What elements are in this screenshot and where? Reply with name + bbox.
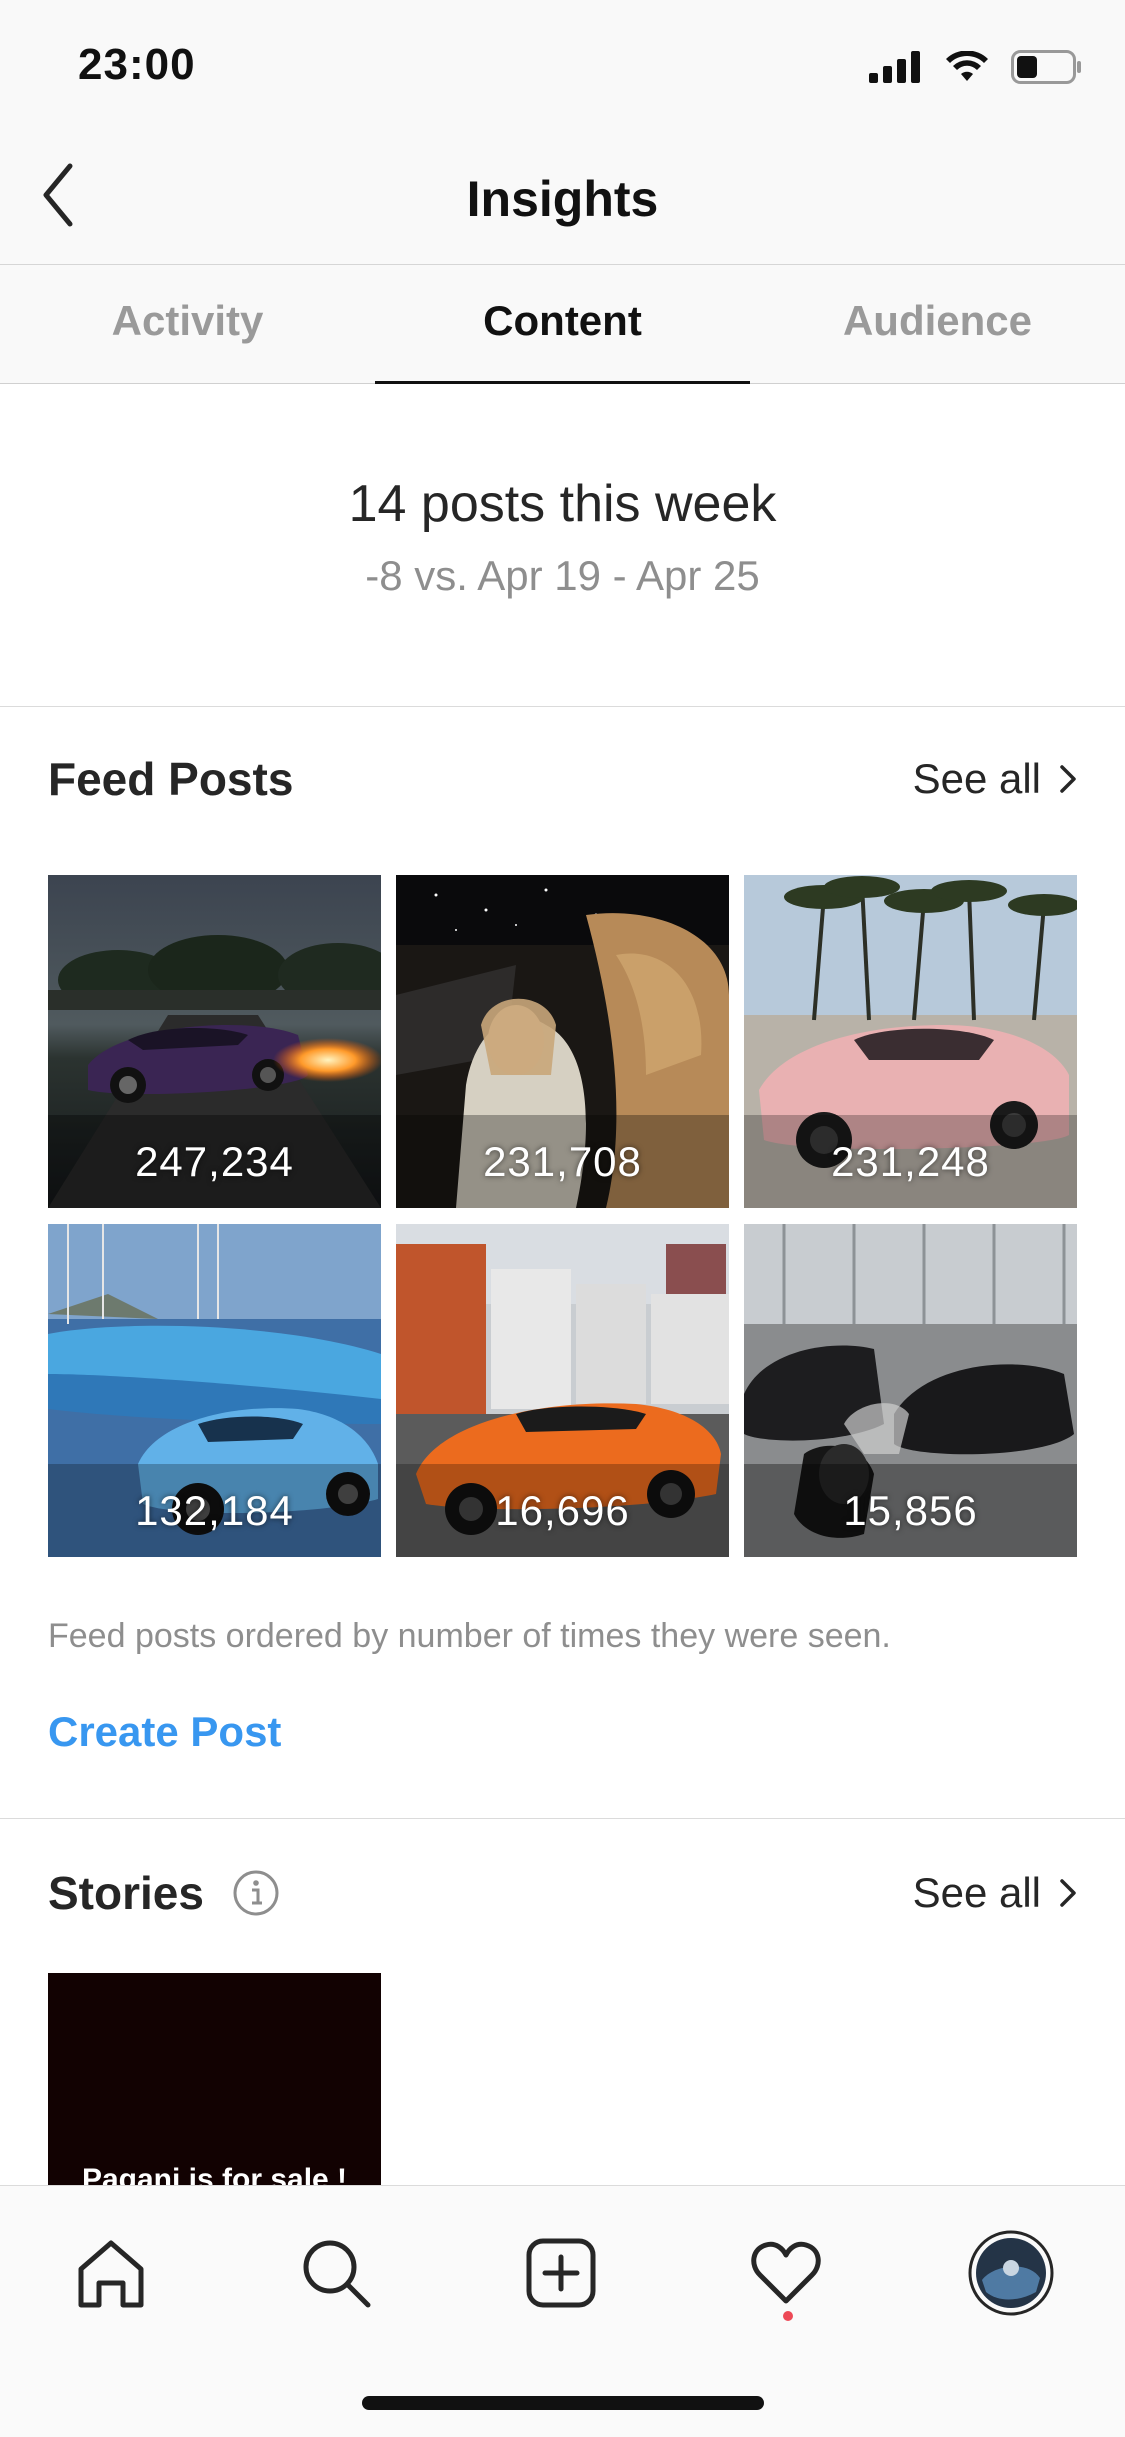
- stories-title: Stories: [48, 1867, 204, 1919]
- feed-posts-grid: 247,234 231,708 231,248 132,184 16,696 1…: [48, 875, 1077, 1557]
- feed-posts-note: Feed posts ordered by number of times th…: [48, 1617, 891, 1655]
- weekly-summary: 14 posts this week -8 vs. Apr 19 - Apr 2…: [0, 384, 1125, 707]
- home-icon[interactable]: [68, 2230, 154, 2316]
- activity-heart-icon[interactable]: [743, 2230, 829, 2316]
- status-bar: 23:00: [0, 0, 1125, 130]
- navigation-bar: Insights: [0, 130, 1125, 265]
- new-post-icon[interactable]: [518, 2230, 604, 2316]
- post-view-count: 132,184: [135, 1487, 294, 1534]
- info-icon[interactable]: [232, 1869, 280, 1917]
- post-view-count: 247,234: [135, 1138, 294, 1185]
- story-thumbnail[interactable]: Pagani is for sale !: [48, 1973, 381, 2185]
- feed-posts-header: Feed Posts See all: [48, 752, 1077, 806]
- feed-post-thumbnail[interactable]: 132,184: [48, 1224, 381, 1557]
- battery-icon: [1011, 50, 1081, 84]
- post-view-count: 16,696: [495, 1487, 630, 1534]
- feed-post-thumbnail[interactable]: 231,708: [396, 875, 729, 1208]
- search-icon[interactable]: [293, 2230, 379, 2316]
- feed-posts-see-all[interactable]: See all: [913, 755, 1077, 803]
- post-view-count: 231,248: [831, 1138, 990, 1185]
- feed-post-thumbnail[interactable]: 231,248: [744, 875, 1077, 1208]
- profile-avatar[interactable]: [968, 2230, 1054, 2316]
- story-caption: Pagani is for sale !: [81, 2163, 348, 2185]
- posts-this-week: 14 posts this week: [348, 475, 777, 533]
- see-all-label: See all: [912, 1869, 1041, 1916]
- tab-audience[interactable]: Audience: [750, 265, 1125, 383]
- post-view-count: 231,708: [483, 1138, 642, 1185]
- feed-post-thumbnail[interactable]: 15,856: [744, 1224, 1077, 1557]
- page-title: Insights: [466, 171, 659, 227]
- posts-comparison: -8 vs. Apr 19 - Apr 25: [365, 552, 760, 599]
- status-time: 23:00: [78, 40, 196, 89]
- stories-title-group: Stories: [48, 1866, 280, 1920]
- chevron-right-icon: [1060, 1879, 1076, 1907]
- tab-activity[interactable]: Activity: [0, 265, 375, 383]
- feed-posts-title: Feed Posts: [48, 753, 294, 805]
- stories-see-all[interactable]: See all: [913, 1869, 1077, 1917]
- see-all-label: See all: [912, 755, 1041, 802]
- insights-tabs: Activity Content Audience: [0, 265, 1125, 384]
- post-view-count: 15,856: [843, 1487, 978, 1534]
- cellular-signal-icon: [869, 51, 920, 83]
- wifi-icon: [946, 51, 988, 81]
- chevron-right-icon: [1060, 765, 1076, 793]
- stories-header: Stories See all: [48, 1866, 1077, 1920]
- feed-post-thumbnail[interactable]: 247,234: [48, 875, 381, 1208]
- home-indicator: [362, 2396, 764, 2410]
- notification-dot: [783, 2311, 793, 2321]
- section-divider: [0, 1818, 1125, 1819]
- feed-post-thumbnail[interactable]: 16,696: [396, 1224, 729, 1557]
- create-post-link[interactable]: Create Post: [48, 1708, 281, 1756]
- tab-content[interactable]: Content: [375, 265, 750, 384]
- status-icons: [869, 50, 1083, 84]
